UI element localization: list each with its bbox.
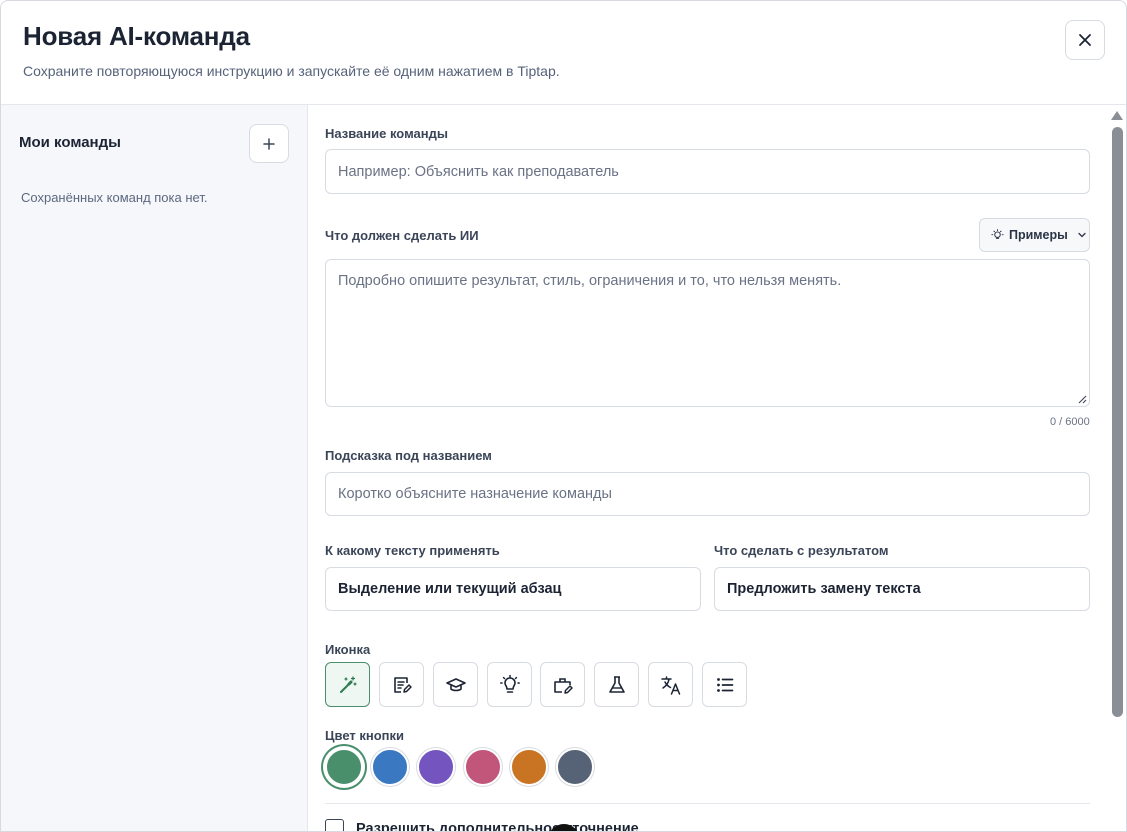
instruction-placeholder: Подробно опишите результат, стиль, огран… [338,273,842,289]
resize-handle-icon[interactable] [1078,395,1087,404]
icon-option-translate[interactable] [648,662,693,707]
color-label: Цвет кнопки [325,728,405,743]
icon-option-list[interactable] [702,662,747,707]
icon-option-lightbulb[interactable] [487,662,532,707]
add-command-button[interactable] [249,124,289,163]
name-label: Название команды [325,126,448,141]
extra-option-checkbox[interactable] [325,819,344,831]
icon-option-edit-note[interactable] [379,662,424,707]
scope-label: К какому тексту применять [325,543,500,558]
instruction-textarea[interactable]: Подробно опишите результат, стиль, огран… [325,259,1090,407]
chevron-down-icon [1078,232,1086,238]
magic-wand-icon [337,674,359,696]
result-label: Что сделать с результатом [714,543,889,558]
result-select[interactable]: Предложить замену текста [714,567,1090,611]
sidebar-title: Мои команды [19,134,121,151]
close-button[interactable] [1065,20,1105,60]
icon-option-briefcase-edit[interactable] [540,662,585,707]
extra-option-label: Разрешить дополнительное уточнение [356,821,639,832]
dialog-subtitle: Сохраните повторяющуюся инструкцию и зап… [23,63,560,79]
ai-command-dialog: Новая AI-команда Сохраните повторяющуюся… [0,0,1127,832]
section-divider [325,803,1090,804]
scroll-up-arrow-icon[interactable] [1111,111,1123,120]
graduation-cap-icon [445,674,467,696]
commands-sidebar: Мои команды Сохранённых команд пока нет. [1,105,308,831]
translate-icon [660,674,682,696]
close-icon [1078,33,1092,47]
icon-option-flask[interactable] [594,662,639,707]
icon-option-graduation-cap[interactable] [433,662,478,707]
color-swatch-orange[interactable] [510,748,548,786]
lightbulb-icon [499,674,521,696]
name-input[interactable]: Например: Объяснить как преподаватель [325,149,1090,194]
flask-icon [606,674,628,696]
list-icon [714,674,736,696]
dialog-header: Новая AI-команда Сохраните повторяющуюся… [1,1,1126,105]
icon-option-magic-wand[interactable] [325,662,370,707]
color-swatch-purple[interactable] [417,748,455,786]
dialog-title: Новая AI-команда [23,21,250,51]
edit-note-icon [391,674,413,696]
instruction-label: Что должен сделать ИИ [325,228,479,243]
examples-label: Примеры [1009,228,1068,242]
hint-label: Подсказка под названием [325,448,492,463]
lightbulb-icon [991,228,1004,242]
examples-dropdown-button[interactable]: Примеры [979,218,1090,252]
briefcase-edit-icon [552,674,574,696]
color-swatch-green[interactable] [325,748,363,786]
empty-commands-text: Сохранённых команд пока нет. [21,190,208,205]
scope-select[interactable]: Выделение или текущий абзац [325,567,701,611]
color-swatch-blue[interactable] [371,748,409,786]
hint-input[interactable]: Коротко объясните назначение команды [325,472,1090,516]
scrollbar-thumb[interactable] [1112,127,1123,717]
character-counter: 0 / 6000 [1050,416,1090,428]
color-swatch-slate[interactable] [556,748,594,786]
color-swatch-pink[interactable] [464,748,502,786]
plus-icon [263,137,275,150]
icon-label: Иконка [325,642,371,657]
